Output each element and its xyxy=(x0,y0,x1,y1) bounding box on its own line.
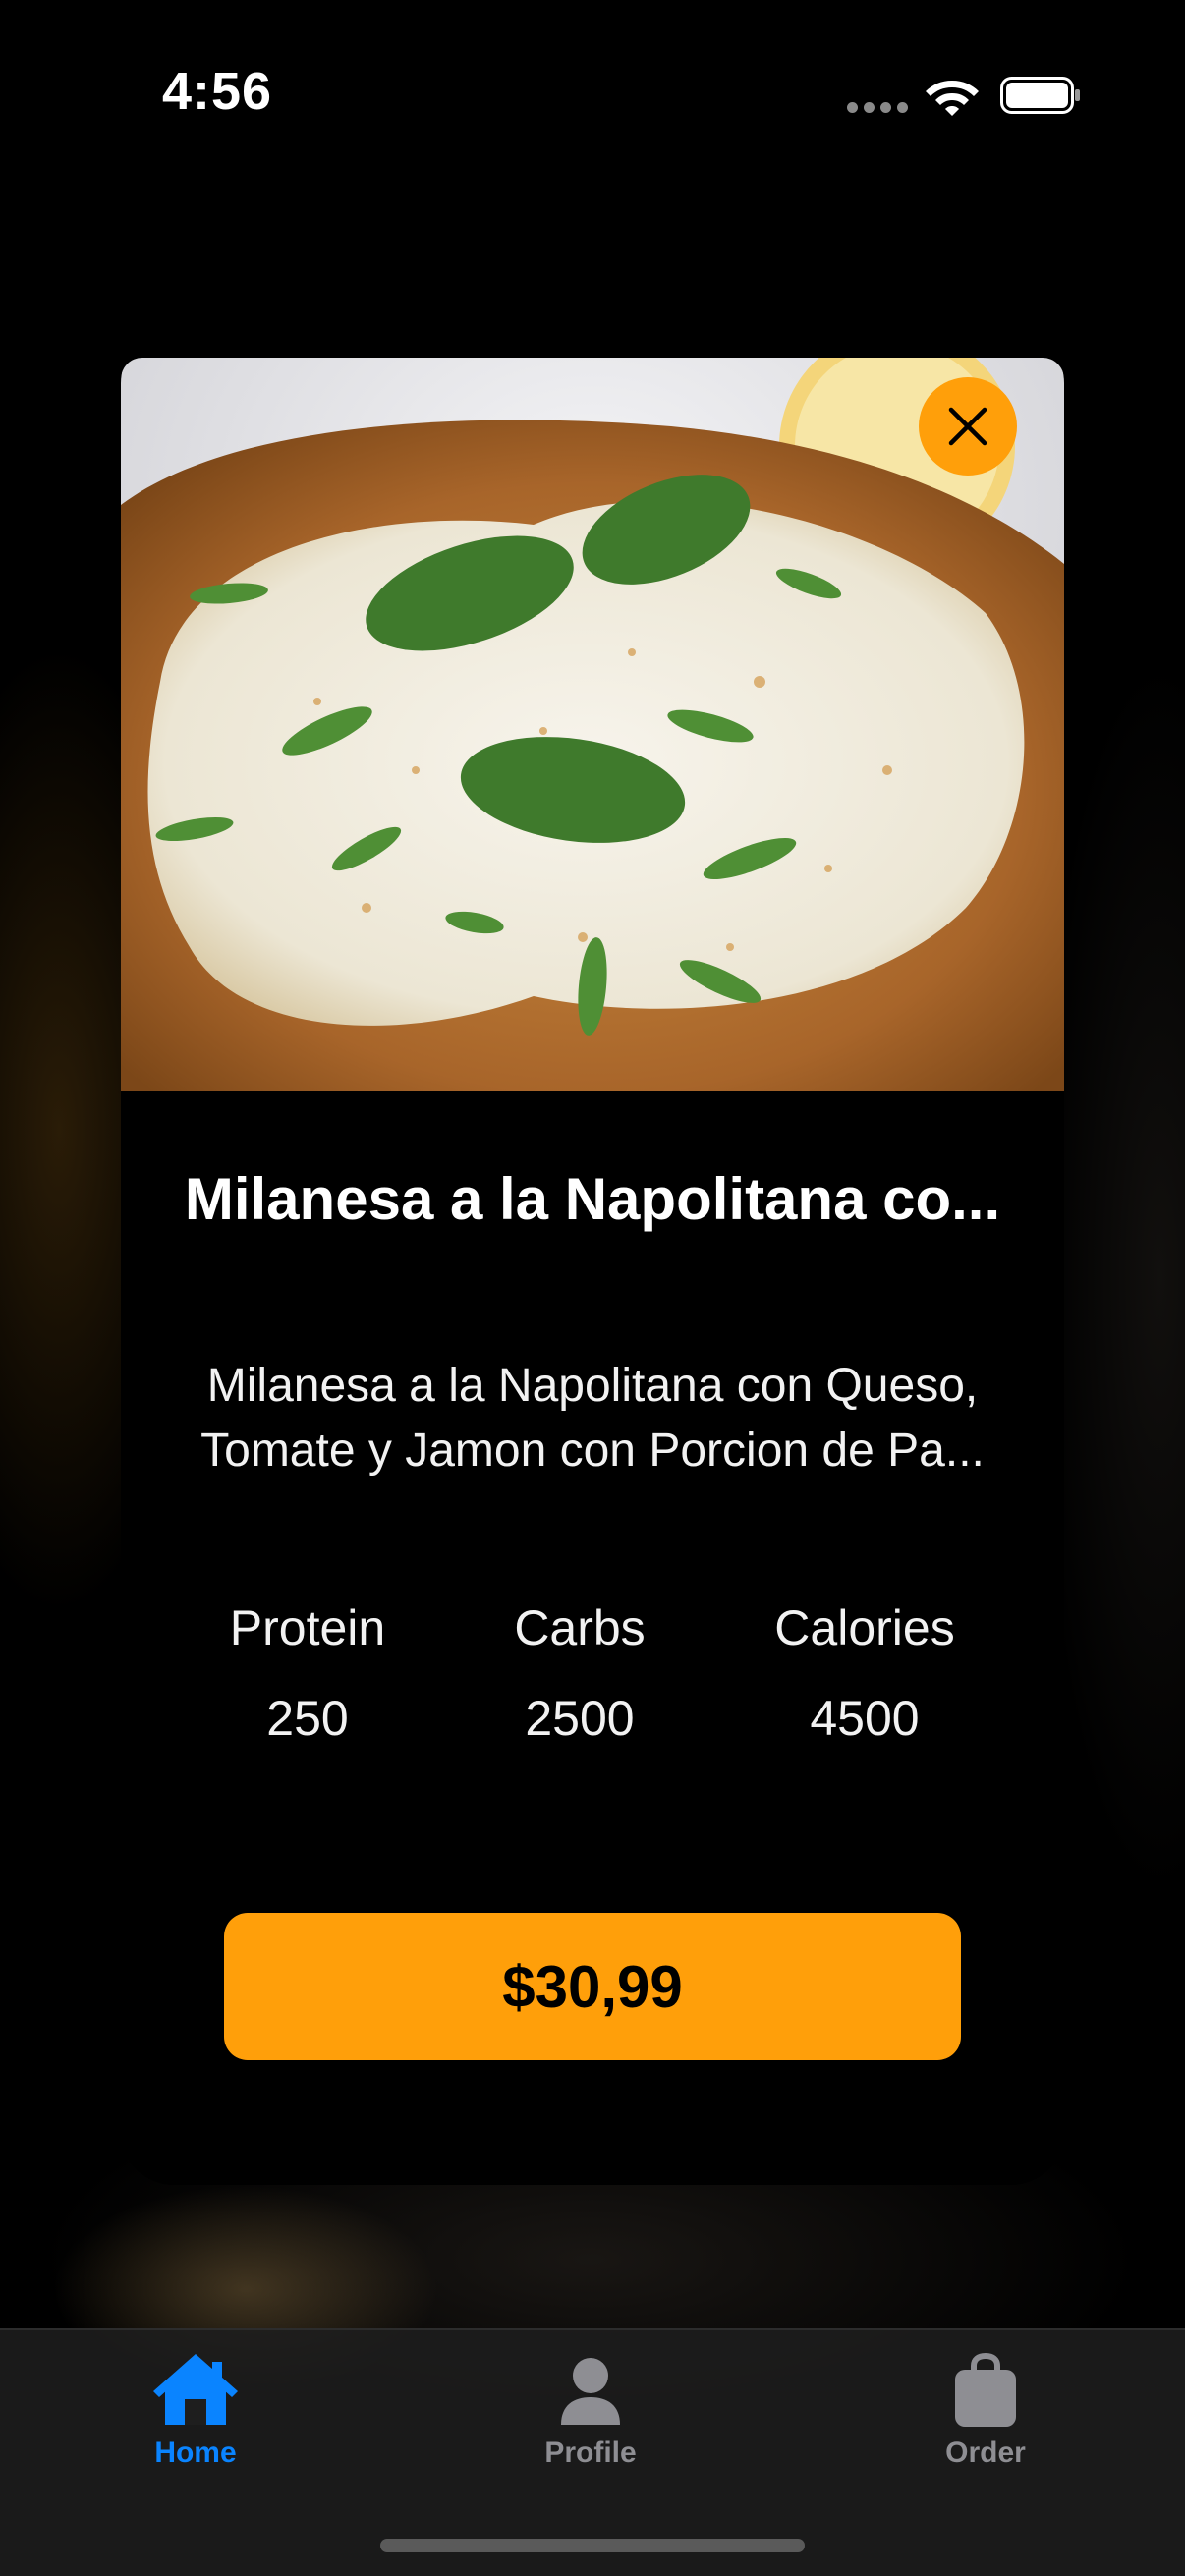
dish-description-line-2: Tomate y Jamon con Porcion de Pa... xyxy=(200,1425,985,1477)
tab-label: Home xyxy=(154,2436,237,2469)
home-indicator[interactable] xyxy=(380,2539,805,2552)
nutrition-value: 4500 xyxy=(810,1691,920,1746)
price-button[interactable]: $30,99 xyxy=(224,1913,961,2060)
nutrition-protein: Protein 250 xyxy=(180,1599,435,1747)
tab-label: Profile xyxy=(544,2436,637,2469)
tab-home[interactable]: Home xyxy=(97,2352,294,2499)
house-icon xyxy=(153,2354,238,2425)
status-bar: 4:56 xyxy=(0,0,1185,187)
nutrition-label: Protein xyxy=(229,1600,386,1655)
tab-profile[interactable]: Profile xyxy=(492,2352,689,2499)
bag-icon xyxy=(955,2352,1016,2427)
nutrition-value: 2500 xyxy=(525,1691,635,1746)
wifi-icon xyxy=(926,81,979,116)
dish-image xyxy=(121,358,1064,1091)
nutrition-calories: Calories 4500 xyxy=(737,1599,992,1747)
signal-dots-icon xyxy=(847,102,908,114)
nutrition-carbs: Carbs 2500 xyxy=(452,1599,707,1747)
person-icon xyxy=(561,2358,620,2425)
status-time: 4:56 xyxy=(162,62,273,121)
milanesa-photo xyxy=(121,358,1064,1091)
nutrition-value: 250 xyxy=(266,1691,349,1746)
dish-title: Milanesa a la Napolitana co... xyxy=(184,1166,1001,1232)
dish-description-line-1: Milanesa a la Napolitana con Queso, xyxy=(206,1360,979,1412)
close-icon xyxy=(948,407,988,446)
battery-icon xyxy=(1000,77,1080,114)
tab-label: Order xyxy=(945,2436,1026,2469)
dish-detail-card: Milanesa a la Napolitana co... Milanesa … xyxy=(121,330,1064,2185)
dish-description: Milanesa a la Napolitana con Queso, Toma… xyxy=(160,1354,1025,1484)
tab-order[interactable]: Order xyxy=(887,2352,1084,2499)
close-button[interactable] xyxy=(919,377,1017,476)
nutrition-label: Carbs xyxy=(514,1600,646,1655)
nutrition-label: Calories xyxy=(774,1600,955,1655)
